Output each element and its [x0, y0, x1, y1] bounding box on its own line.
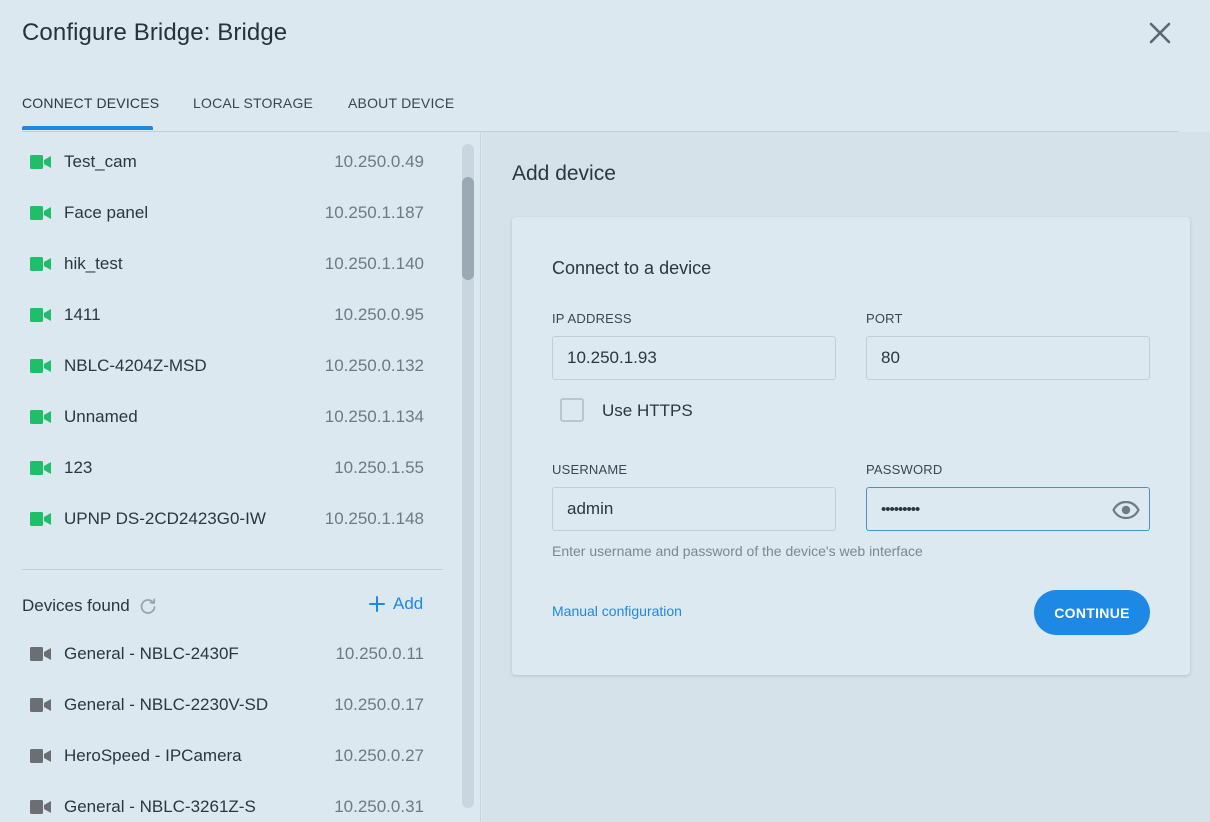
video-camera-icon — [30, 307, 51, 322]
video-camera-icon — [30, 256, 51, 271]
device-ip: 10.250.1.140 — [324, 253, 424, 273]
device-list-panel: Test_cam 10.250.0.49 Face panel 10.250.1.18… — [0, 132, 481, 822]
credentials-hint: Enter username and password of the devic… — [552, 543, 923, 559]
device-name: General - NBLC-2230V-SD — [64, 694, 269, 714]
card-title: Connect to a device — [552, 258, 712, 278]
ip-address-input[interactable] — [567, 348, 835, 368]
connected-device-row[interactable]: 1411 10.250.0.95 — [22, 289, 424, 340]
add-label: Add — [393, 594, 424, 613]
port-field[interactable] — [866, 336, 1150, 380]
device-ip: 10.250.1.148 — [324, 508, 424, 528]
device-ip: 10.250.1.134 — [324, 406, 424, 426]
ip-address-field[interactable] — [552, 336, 836, 380]
device-ip: 10.250.0.17 — [334, 694, 424, 714]
tab-connect-devices[interactable]: CONNECT DEVICES — [22, 95, 159, 111]
connected-device-row[interactable]: Face panel 10.250.1.187 — [22, 187, 424, 238]
video-camera-icon — [30, 646, 51, 661]
video-camera-icon — [30, 748, 51, 763]
password-input[interactable]: ••••••••• — [881, 501, 920, 518]
use-https-checkbox[interactable] — [560, 398, 584, 422]
dialog-header: Configure Bridge: Bridge CONNECT DEVICES… — [0, 0, 1210, 132]
device-name: 1411 — [64, 304, 101, 324]
device-name: HeroSpeed - IPCamera — [64, 745, 242, 765]
add-device-button[interactable]: Add — [369, 594, 423, 614]
refresh-icon[interactable] — [138, 596, 158, 616]
found-device-row[interactable]: HeroSpeed - IPCamera 10.250.0.27 — [22, 730, 424, 781]
device-ip: 10.250.0.132 — [324, 355, 424, 375]
connected-device-row[interactable]: Test_cam 10.250.0.49 — [22, 136, 424, 187]
devices-found-header: Devices found — [22, 596, 158, 616]
devices-found-label: Devices found — [22, 596, 130, 615]
connected-device-row[interactable]: NBLC-4204Z-MSD 10.250.0.132 — [22, 340, 424, 391]
tab-about-device[interactable]: ABOUT DEVICE — [348, 95, 454, 111]
video-camera-icon — [30, 460, 51, 475]
device-ip: 10.250.0.11 — [335, 643, 424, 663]
tab-bar: CONNECT DEVICES LOCAL STORAGE ABOUT DEVI… — [22, 94, 1179, 132]
connected-device-row[interactable]: UPNP DS-2CD2423G0-IW 10.250.1.148 — [22, 493, 424, 544]
video-camera-icon — [30, 154, 51, 169]
device-name: Test_cam — [64, 151, 137, 171]
device-ip: 10.250.0.31 — [334, 796, 424, 816]
video-camera-icon — [30, 799, 51, 814]
port-label: PORT — [866, 311, 903, 326]
device-name: 123 — [64, 457, 93, 477]
video-camera-icon — [30, 358, 51, 373]
device-name: General - NBLC-3261Z-S — [64, 796, 256, 816]
password-label: PASSWORD — [866, 462, 943, 477]
device-name: General - NBLC-2430F — [64, 643, 239, 663]
tab-local-storage[interactable]: LOCAL STORAGE — [193, 95, 313, 111]
eye-icon[interactable] — [1112, 501, 1140, 519]
device-ip: 10.250.0.49 — [334, 151, 424, 171]
device-ip: 10.250.1.187 — [324, 202, 424, 222]
connect-device-card: Connect to a device IP ADDRESS PORT Use … — [512, 217, 1190, 675]
password-field[interactable]: ••••••••• — [866, 487, 1150, 531]
username-input[interactable] — [567, 499, 835, 519]
device-name: Unnamed — [64, 406, 138, 426]
connected-device-row[interactable]: Unnamed 10.250.1.134 — [22, 391, 424, 442]
close-icon — [1149, 22, 1171, 44]
manual-configuration-link[interactable]: Manual configuration — [552, 603, 682, 619]
close-button[interactable] — [1144, 17, 1176, 49]
connected-device-row[interactable]: hik_test 10.250.1.140 — [22, 238, 424, 289]
use-https-label: Use HTTPS — [602, 401, 693, 420]
scrollbar-thumb[interactable] — [462, 177, 474, 280]
ip-address-label: IP ADDRESS — [552, 311, 632, 326]
found-device-row[interactable]: General - NBLC-2430F 10.250.0.11 — [22, 628, 424, 679]
found-device-row[interactable]: General - NBLC-2230V-SD 10.250.0.17 — [22, 679, 424, 730]
username-label: USERNAME — [552, 462, 628, 477]
video-camera-icon — [30, 205, 51, 220]
device-ip: 10.250.0.95 — [334, 304, 424, 324]
plus-icon — [369, 596, 385, 612]
video-camera-icon — [30, 409, 51, 424]
connected-device-row[interactable]: 123 10.250.1.55 — [22, 442, 424, 493]
video-camera-icon — [30, 511, 51, 526]
video-camera-icon — [30, 697, 51, 712]
username-field[interactable] — [552, 487, 836, 531]
device-name: Face panel — [64, 202, 149, 222]
section-divider — [22, 569, 443, 570]
active-tab-indicator — [22, 126, 153, 130]
device-name: hik_test — [64, 253, 123, 273]
add-device-title: Add device — [512, 162, 616, 185]
found-device-row[interactable]: General - NBLC-3261Z-S 10.250.0.31 — [22, 781, 424, 822]
device-ip: 10.250.0.27 — [334, 745, 424, 765]
continue-button[interactable]: CONTINUE — [1034, 590, 1150, 635]
port-input[interactable] — [881, 348, 1149, 368]
dialog-title: Configure Bridge: Bridge — [22, 19, 288, 46]
add-device-panel: Add device Connect to a device IP ADDRES… — [482, 132, 1210, 822]
device-ip: 10.250.1.55 — [334, 457, 424, 477]
device-name: UPNP DS-2CD2423G0-IW — [64, 508, 266, 528]
device-name: NBLC-4204Z-MSD — [64, 355, 207, 375]
